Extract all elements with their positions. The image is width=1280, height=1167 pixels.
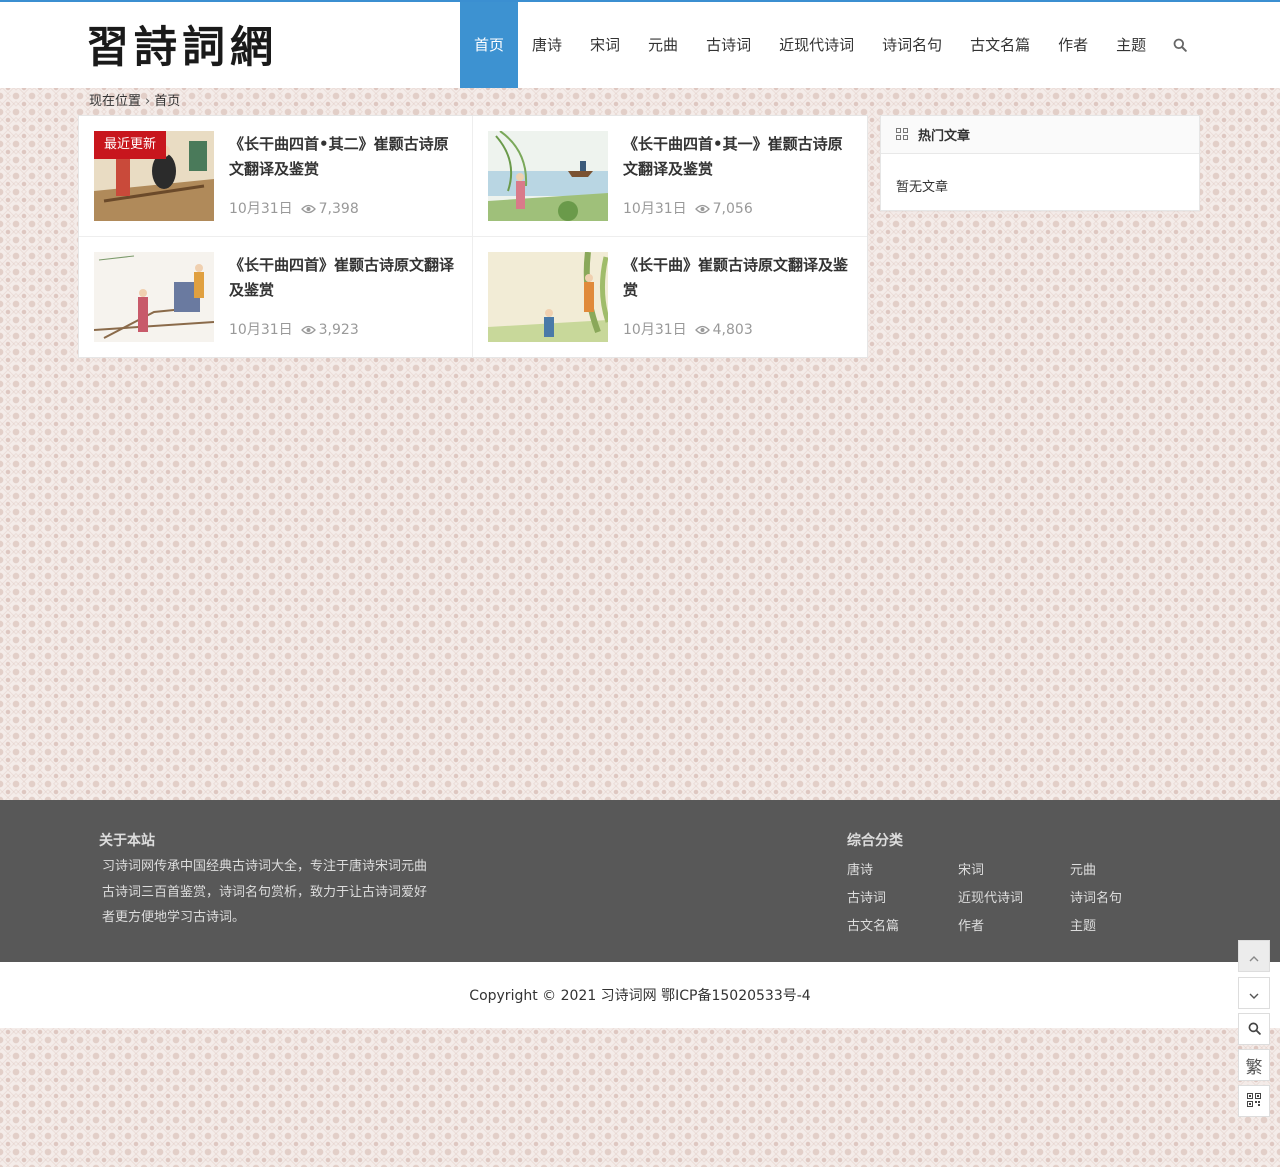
nav-item-famous-lines[interactable]: 诗词名句 xyxy=(868,2,956,88)
footer-categories: 唐诗 宋词 元曲 古诗词 近现代诗词 诗词名句 古文名篇 作者 主题 xyxy=(847,861,1187,936)
breadcrumb-home-link[interactable]: 首页 xyxy=(154,94,180,109)
widget-header: 热门文章 xyxy=(881,116,1199,154)
footer-category-link[interactable]: 宋词 xyxy=(958,861,1070,880)
nav-item-yuan-qu[interactable]: 元曲 xyxy=(634,2,692,88)
nav-item-classical-prose[interactable]: 古文名篇 xyxy=(956,2,1044,88)
nav-item-home[interactable]: 首页 xyxy=(460,2,519,88)
footer-about-title: 关于本站 xyxy=(99,833,155,849)
breadcrumb-label: 现在位置 xyxy=(89,94,142,109)
post-card: 最近更新 《长干曲四首•其二》崔颢古诗原文翻译及鉴赏 10月31日 7,398 xyxy=(79,116,473,237)
nav-item-tang-poems[interactable]: 唐诗 xyxy=(518,2,576,88)
footer-category-link[interactable]: 作者 xyxy=(958,917,1070,936)
footer-category-link[interactable]: 主题 xyxy=(1070,917,1187,936)
widget-empty-text: 暂无文章 xyxy=(896,180,949,195)
post-grid: 最近更新 《长干曲四首•其二》崔颢古诗原文翻译及鉴赏 10月31日 7,398 xyxy=(78,115,868,358)
footer-category-link[interactable]: 诗词名句 xyxy=(1070,889,1187,908)
grid-icon xyxy=(896,125,908,144)
nav-item-ancient-poems[interactable]: 古诗词 xyxy=(692,2,765,88)
post-title-link[interactable]: 《长干曲四首•其一》崔颢古诗原文翻译及鉴赏 xyxy=(623,132,855,182)
nav-item-topics[interactable]: 主题 xyxy=(1102,2,1160,88)
post-title-link[interactable]: 《长干曲》崔颢古诗原文翻译及鉴赏 xyxy=(623,253,855,303)
chevron-down-icon xyxy=(1249,984,1259,1003)
post-date: 10月31日 xyxy=(623,322,687,338)
post-thumbnail[interactable] xyxy=(488,252,608,342)
qrcode-icon xyxy=(1247,1092,1261,1111)
scroll-to-bottom-button[interactable] xyxy=(1238,977,1270,1009)
latest-update-badge: 最近更新 xyxy=(94,131,167,159)
breadcrumb: 现在位置 › 首页 xyxy=(89,94,180,110)
nav-item-authors[interactable]: 作者 xyxy=(1044,2,1102,88)
post-meta: 10月31日 3,923 xyxy=(229,321,359,339)
widget-title: 热门文章 xyxy=(918,129,971,144)
post-views: 7,056 xyxy=(712,201,753,217)
post-date: 10月31日 xyxy=(623,201,687,217)
post-card: 《长干曲四首》崔颢古诗原文翻译及鉴赏 10月31日 3,923 xyxy=(79,237,473,358)
post-thumbnail[interactable]: 最近更新 xyxy=(94,131,214,221)
main-nav: 首页 唐诗 宋词 元曲 古诗词 近现代诗词 诗词名句 古文名篇 作者 主题 xyxy=(460,2,1200,88)
site-header: 習詩詞網 首页 唐诗 宋词 元曲 古诗词 近现代诗词 诗词名句 古文名篇 作者 … xyxy=(0,2,1280,88)
footer-category-link[interactable]: 近现代诗词 xyxy=(958,889,1070,908)
copyright-bar: Copyright © 2021 习诗词网 鄂ICP备15020533号-4 xyxy=(0,962,1280,1028)
post-title-link[interactable]: 《长干曲四首•其二》崔颢古诗原文翻译及鉴赏 xyxy=(229,132,461,182)
footer-category-link[interactable]: 唐诗 xyxy=(847,861,958,880)
chevron-up-icon xyxy=(1249,947,1259,966)
post-meta: 10月31日 4,803 xyxy=(623,321,753,339)
eye-icon xyxy=(300,325,316,335)
traditional-chinese-toggle[interactable]: 繁 xyxy=(1238,1049,1270,1081)
footer-category-link[interactable]: 古诗词 xyxy=(847,889,958,908)
eye-icon xyxy=(300,204,316,214)
copyright-text: Copyright © 2021 习诗词网 鄂ICP备15020533号-4 xyxy=(469,988,811,1004)
footer-categories-title: 综合分类 xyxy=(847,833,903,849)
post-thumbnail[interactable] xyxy=(94,252,214,342)
post-card: 《长干曲》崔颢古诗原文翻译及鉴赏 10月31日 4,803 xyxy=(473,237,867,358)
breadcrumb-separator: › xyxy=(145,94,151,109)
floating-search-button[interactable] xyxy=(1238,1013,1270,1045)
eye-icon xyxy=(694,325,710,335)
search-icon xyxy=(1248,1020,1261,1039)
post-meta: 10月31日 7,398 xyxy=(229,200,359,218)
nav-item-song-ci[interactable]: 宋词 xyxy=(576,2,634,88)
post-date: 10月31日 xyxy=(229,322,293,338)
post-views: 3,923 xyxy=(318,322,359,338)
post-views: 7,398 xyxy=(318,201,359,217)
scroll-to-top-button[interactable] xyxy=(1238,940,1270,972)
eye-icon xyxy=(694,204,710,214)
post-meta: 10月31日 7,056 xyxy=(623,200,753,218)
search-icon[interactable] xyxy=(1160,2,1200,88)
post-title-link[interactable]: 《长干曲四首》崔颢古诗原文翻译及鉴赏 xyxy=(229,253,461,303)
traditional-label: 繁 xyxy=(1245,1057,1263,1078)
qrcode-button[interactable] xyxy=(1238,1085,1270,1117)
post-date: 10月31日 xyxy=(229,201,293,217)
footer-category-link[interactable]: 元曲 xyxy=(1070,861,1187,880)
footer-about-text: 习诗词网传承中国经典古诗词大全，专注于唐诗宋词元曲古诗词三百首鉴赏，诗词名句赏析… xyxy=(102,859,428,925)
nav-item-modern-poems[interactable]: 近现代诗词 xyxy=(765,2,868,88)
post-card: 《长干曲四首•其一》崔颢古诗原文翻译及鉴赏 10月31日 7,056 xyxy=(473,116,867,237)
hot-articles-widget: 热门文章 暂无文章 xyxy=(880,115,1200,211)
post-views: 4,803 xyxy=(712,322,753,338)
footer-category-link[interactable]: 古文名篇 xyxy=(847,917,958,936)
site-footer: 关于本站 习诗词网传承中国经典古诗词大全，专注于唐诗宋词元曲古诗词三百首鉴赏，诗… xyxy=(0,800,1280,962)
post-thumbnail[interactable] xyxy=(488,131,608,221)
site-logo[interactable]: 習詩詞網 xyxy=(86,16,278,73)
